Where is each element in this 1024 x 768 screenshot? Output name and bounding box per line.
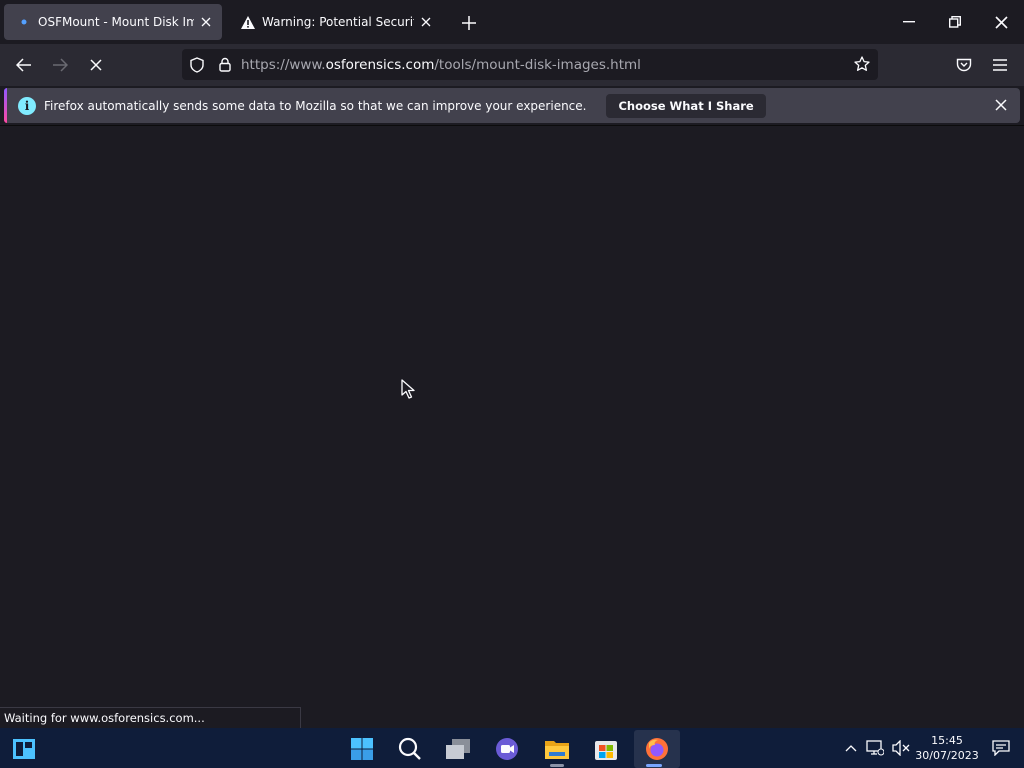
- clock-time: 15:45: [931, 734, 963, 747]
- shield-icon[interactable]: [185, 53, 209, 77]
- store-icon[interactable]: [586, 730, 626, 768]
- tab-close-icon[interactable]: [194, 10, 218, 34]
- task-view-icon[interactable]: [438, 730, 478, 768]
- window-minimize-icon[interactable]: [886, 0, 932, 44]
- warning-icon: [240, 14, 256, 30]
- window-restore-icon[interactable]: [932, 0, 978, 44]
- tab-title: OSFMount - Mount Disk Images: [38, 15, 194, 29]
- network-icon[interactable]: [864, 728, 886, 768]
- tab-close-icon[interactable]: [414, 10, 438, 34]
- mouse-cursor-icon: [400, 378, 418, 404]
- close-icon[interactable]: [990, 94, 1012, 116]
- stop-icon[interactable]: [81, 51, 111, 79]
- tab-title: Warning: Potential Security Risk Ahead: [262, 15, 414, 29]
- window-close-icon[interactable]: [978, 0, 1024, 44]
- firefox-icon[interactable]: [634, 730, 680, 768]
- tab-osfmount[interactable]: OSFMount - Mount Disk Images: [4, 4, 222, 40]
- page-content[interactable]: [0, 126, 1024, 728]
- url-bar[interactable]: https://www.osforensics.com/tools/mount-…: [182, 49, 878, 80]
- notification-text: Firefox automatically sends some data to…: [44, 98, 587, 113]
- widgets-icon[interactable]: [4, 730, 44, 768]
- chevron-up-icon[interactable]: [842, 728, 860, 768]
- data-collection-notification: i Firefox automatically sends some data …: [4, 88, 1020, 123]
- lock-icon[interactable]: [213, 53, 237, 77]
- choose-what-i-share-button[interactable]: Choose What I Share: [606, 93, 766, 118]
- loading-dot-icon: [16, 14, 32, 30]
- menu-icon[interactable]: [985, 51, 1015, 79]
- back-icon[interactable]: [9, 51, 39, 79]
- new-tab-button[interactable]: [456, 10, 482, 36]
- file-explorer-icon[interactable]: [537, 730, 577, 768]
- tab-security-warning[interactable]: Warning: Potential Security Risk Ahead: [228, 4, 442, 40]
- running-indicator: [646, 764, 662, 767]
- volume-muted-icon[interactable]: [890, 728, 912, 768]
- clock-date: 30/07/2023: [915, 749, 979, 762]
- info-icon: i: [18, 96, 36, 115]
- search-icon[interactable]: [390, 730, 430, 768]
- forward-icon[interactable]: [45, 51, 75, 79]
- url-text[interactable]: https://www.osforensics.com/tools/mount-…: [241, 57, 641, 73]
- chat-icon[interactable]: [487, 730, 527, 768]
- status-panel: Waiting for www.osforensics.com...: [0, 707, 301, 728]
- pocket-icon[interactable]: [949, 51, 979, 79]
- windows-start-icon[interactable]: [342, 730, 382, 768]
- notification-icon[interactable]: [990, 728, 1012, 768]
- star-icon[interactable]: [850, 52, 874, 76]
- running-indicator: [550, 764, 564, 767]
- system-clock[interactable]: 15:45 30/07/2023: [914, 733, 980, 763]
- tab-strip: OSFMount - Mount Disk Images Warning: Po…: [0, 0, 1024, 44]
